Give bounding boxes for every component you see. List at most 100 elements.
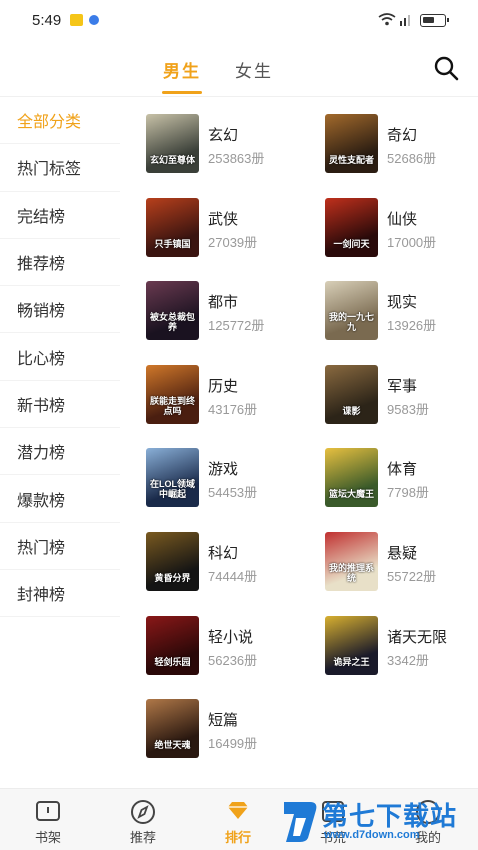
tab-female[interactable]: 女生 <box>235 57 273 82</box>
nav-recommend-label: 推荐 <box>129 830 156 845</box>
category-name: 诸天无限 <box>387 628 448 646</box>
nav-bookshelf[interactable]: 书架 <box>8 789 88 850</box>
book-cover-title: 诡异之王 <box>333 656 370 667</box>
status-bar: 5:49 <box>0 0 478 40</box>
category-item[interactable]: 朕能走到终点吗 历史 43176册 <box>146 364 316 425</box>
nav-recommend[interactable]: 推荐 <box>103 789 183 850</box>
category-count: 253863册 <box>208 151 265 166</box>
category-count: 55722册 <box>387 569 437 584</box>
sidebar-item[interactable]: 推荐榜 <box>0 238 120 287</box>
watermark-url: www.d7down.com <box>324 829 420 841</box>
book-cover: 在LOL领域中崛起 <box>146 448 199 508</box>
category-item[interactable]: 黄昏分界 科幻 74444册 <box>146 532 316 592</box>
book-cover-title: 在LOL领域中崛起 <box>150 479 195 500</box>
category-item[interactable]: 绝世天魂 短篇 16499册 <box>146 699 316 759</box>
book-cover: 只手镇国 <box>146 197 199 257</box>
category-name: 武侠 <box>208 210 239 228</box>
category-count: 125772册 <box>208 318 265 334</box>
category-count: 74444册 <box>208 569 258 584</box>
category-count: 54453册 <box>208 485 258 501</box>
book-cover: 篮坛大魔王 <box>325 448 378 508</box>
bookshelf-icon <box>36 801 60 821</box>
book-cover-title: 黄昏分界 <box>154 573 191 583</box>
category-count: 7798册 <box>387 485 429 501</box>
book-cover-title: 被女总裁包养 <box>149 312 195 333</box>
battery-icon <box>420 14 449 27</box>
sidebar-item[interactable]: 潜力榜 <box>0 428 120 476</box>
search-icon[interactable] <box>432 54 460 82</box>
category-name: 体育 <box>387 461 418 479</box>
book-cover-title: 我的一九七九 <box>328 312 374 333</box>
category-item[interactable]: 灵性支配者 奇幻 52686册 <box>325 114 478 174</box>
category-item[interactable]: 篮坛大魔王 体育 7798册 <box>325 448 478 508</box>
book-cover: 谍影 <box>325 364 378 424</box>
category-name: 现实 <box>387 294 418 312</box>
category-item[interactable]: 谍影 军事 9583册 <box>325 364 478 425</box>
book-cover-title: 朕能走到终点吗 <box>149 395 195 416</box>
category-count: 13926册 <box>387 318 437 334</box>
book-cover-title: 绝世天魂 <box>154 740 191 751</box>
book-cover: 朕能走到终点吗 <box>146 364 199 424</box>
book-cover: 我的一九七九 <box>325 281 378 341</box>
sidebar-item[interactable]: 爆款榜 <box>0 475 120 523</box>
category-item[interactable]: 一剑问天 仙侠 17000册 <box>325 197 478 258</box>
category-name: 都市 <box>208 294 239 312</box>
active-tab-indicator <box>162 91 202 94</box>
watermark: 第七下载站 www.d7down.com <box>280 796 478 850</box>
category-count: 27039册 <box>208 234 258 250</box>
category-item[interactable]: 被女总裁包养 都市 125772册 <box>146 281 316 341</box>
sidebar-item[interactable]: 畅销榜 <box>0 286 120 334</box>
book-cover: 绝世天魂 <box>146 699 199 759</box>
category-count: 52686册 <box>387 151 437 166</box>
category-item[interactable]: 轻剑乐园 轻小说 56236册 <box>146 615 316 676</box>
sidebar-item[interactable]: 全部分类 <box>0 97 120 145</box>
book-cover-title: 只手镇国 <box>154 238 191 249</box>
category-name: 奇幻 <box>387 127 418 144</box>
sidebar-item[interactable]: 比心榜 <box>0 333 120 381</box>
category-name: 游戏 <box>208 461 239 479</box>
book-cover-title: 一剑问天 <box>333 238 370 249</box>
sidebar-item[interactable]: 完结榜 <box>0 191 120 239</box>
tab-male[interactable]: 男生 <box>163 57 201 82</box>
wifi-icon <box>378 13 410 26</box>
book-cover: 我的推理系统 <box>325 532 378 591</box>
sidebar-item[interactable]: 封神榜 <box>0 569 120 618</box>
book-cover-title: 轻剑乐园 <box>154 656 191 667</box>
book-cover: 被女总裁包养 <box>146 281 199 341</box>
book-cover: 玄幻至尊体 <box>146 114 199 173</box>
book-cover-title: 我的推理系统 <box>328 563 374 583</box>
book-cover: 黄昏分界 <box>146 532 199 591</box>
nav-bookshelf-label: 书架 <box>34 830 61 845</box>
category-name: 科幻 <box>208 545 239 562</box>
book-cover: 灵性支配者 <box>325 114 378 173</box>
sidebar-item[interactable]: 热门标签 <box>0 144 120 192</box>
compass-icon <box>131 800 155 824</box>
category-count: 16499册 <box>208 736 258 752</box>
category-name: 悬疑 <box>387 545 418 562</box>
category-item[interactable]: 玄幻至尊体 玄幻 253863册 <box>146 114 316 174</box>
category-name: 仙侠 <box>387 210 418 228</box>
notification-app-icon <box>70 14 83 26</box>
category-item[interactable]: 在LOL领域中崛起 游戏 54453册 <box>146 448 316 508</box>
nav-ranking[interactable]: 排行 <box>198 789 278 850</box>
category-name: 历史 <box>208 377 239 395</box>
sidebar-item[interactable]: 热门榜 <box>0 522 120 570</box>
category-name: 短篇 <box>208 712 239 730</box>
category-name: 军事 <box>387 377 418 395</box>
category-count: 17000册 <box>387 234 437 250</box>
category-count: 43176册 <box>208 401 258 417</box>
book-cover-title: 灵性支配者 <box>328 155 374 165</box>
sidebar-item[interactable]: 新书榜 <box>0 380 120 429</box>
header: 男生 女生 <box>0 40 478 97</box>
category-item[interactable]: 我的推理系统 悬疑 55722册 <box>325 532 478 592</box>
book-cover: 一剑问天 <box>325 197 378 257</box>
book-cover-title: 谍影 <box>342 405 361 416</box>
book-cover: 轻剑乐园 <box>146 615 199 675</box>
status-time: 5:49 <box>32 12 62 29</box>
category-item[interactable]: 我的一九七九 现实 13926册 <box>325 281 478 341</box>
category-item[interactable]: 诡异之王 诸天无限 3342册 <box>325 615 478 676</box>
nav-ranking-label: 排行 <box>224 830 251 845</box>
book-cover-title: 玄幻至尊体 <box>149 155 195 165</box>
notification-dot-icon <box>89 15 99 25</box>
category-item[interactable]: 只手镇国 武侠 27039册 <box>146 197 316 258</box>
